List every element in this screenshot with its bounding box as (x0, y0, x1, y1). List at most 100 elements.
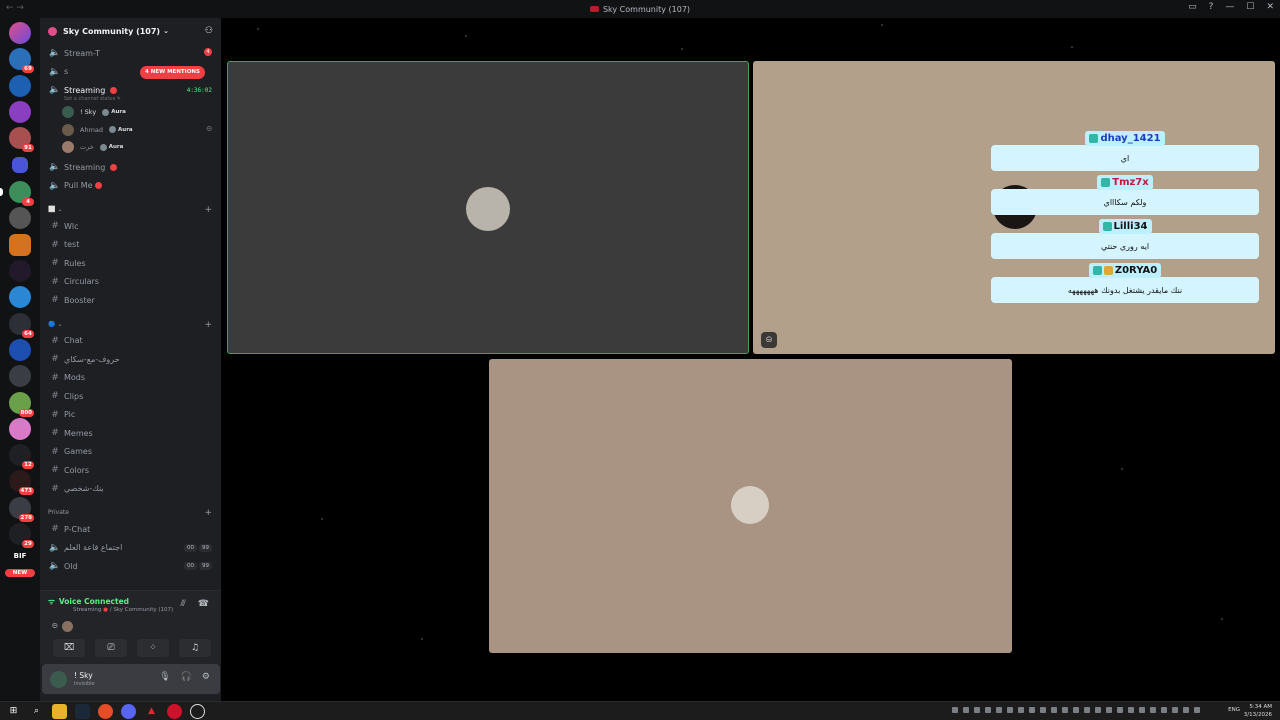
avatar (62, 123, 74, 136)
server-icon[interactable] (9, 207, 31, 230)
text-channel[interactable]: # Rules (40, 254, 221, 273)
text-channel[interactable]: # Pic (40, 406, 221, 425)
add-channel-icon[interactable]: + (204, 320, 212, 330)
channel-streaming[interactable]: 🔈 Streaming (40, 158, 221, 177)
text-channel[interactable]: # Games (40, 443, 221, 462)
server-icon[interactable] (9, 100, 31, 123)
text-channel[interactable]: # Memes (40, 424, 221, 443)
file-explorer-icon[interactable] (52, 704, 67, 719)
text-channel[interactable]: # Colors (40, 461, 221, 480)
app-logo-icon (589, 6, 599, 12)
add-channel-icon[interactable]: + (204, 508, 212, 518)
app-icon[interactable]: ▲ (144, 704, 159, 719)
add-channel-icon[interactable]: + (204, 205, 212, 215)
server-icon[interactable] (9, 365, 31, 388)
camera-button[interactable]: ⌧ (53, 639, 85, 657)
nav-arrows[interactable]: ← → (6, 3, 24, 13)
video-tile[interactable] (489, 359, 1012, 653)
server-icon[interactable] (9, 74, 31, 97)
server-icon[interactable]: 64 (9, 312, 34, 338)
soundboard-button[interactable]: ♫ (179, 639, 211, 657)
voice-channel[interactable]: 🔈 اجتماع قاعة العلم 00 99 (40, 539, 221, 558)
discord-icon[interactable] (121, 704, 136, 719)
headphones-icon[interactable]: 🎧 (181, 672, 192, 682)
text-channel[interactable]: # test (40, 236, 221, 255)
badge-icon (1092, 266, 1102, 275)
text-channel[interactable]: # Clips (40, 387, 221, 406)
disconnect-icon[interactable]: ☎ (198, 599, 209, 609)
server-icon[interactable] (9, 417, 31, 440)
server-icon[interactable] (9, 286, 31, 309)
noise-suppression-icon[interactable]: ⫻ (180, 599, 185, 609)
voice-channel[interactable]: 🔈 Old 00 99 (40, 557, 221, 576)
voice-connected-sub[interactable]: Streaming ● / Sky Community (107) (73, 607, 173, 613)
category-header-private[interactable]: Private + (40, 498, 221, 520)
server-icon[interactable]: 91 (9, 127, 34, 153)
category-header[interactable]: ⬜ ⌄ + (40, 195, 221, 217)
voice-user[interactable]: Ahmad Aura ⨸ (40, 121, 221, 139)
text-channel[interactable]: # Mods (40, 369, 221, 388)
steam-icon[interactable] (75, 704, 90, 719)
server-icon[interactable]: 69 (9, 48, 34, 74)
hash-icon: # (51, 258, 59, 269)
avatar[interactable] (50, 671, 67, 688)
category-header[interactable]: 🔵 ⌄ + (40, 310, 221, 332)
server-icon[interactable] (9, 22, 31, 44)
activity-button[interactable]: ⁘ (137, 639, 169, 657)
badge-icon (1089, 134, 1099, 143)
minimize-button[interactable]: — (1225, 2, 1234, 12)
maximize-button[interactable]: ☐ (1246, 2, 1254, 12)
server-icon[interactable]: 473 (9, 470, 34, 496)
text-channel[interactable]: # Booster (40, 291, 221, 310)
language-indicator[interactable]: ENG (1228, 707, 1240, 713)
server-icon[interactable]: 29 (9, 523, 34, 549)
server-icon[interactable]: 800 (9, 391, 34, 417)
text-channel[interactable]: # Wlc (40, 217, 221, 236)
clock[interactable]: 5:34 AM 3/13/2026 (1244, 703, 1272, 719)
live-indicator (110, 163, 118, 171)
voice-user[interactable]: ! Sky Aura (40, 104, 221, 122)
hash-icon: # (51, 409, 59, 420)
server-icon[interactable] (9, 338, 31, 361)
server-icon[interactable]: 12 (9, 444, 34, 470)
video-tile-speaking[interactable] (227, 61, 749, 354)
close-button[interactable]: ✕ (1266, 2, 1274, 12)
system-tray[interactable] (952, 707, 1200, 713)
text-channel[interactable]: # P-Chat (40, 520, 221, 539)
search-icon[interactable]: ⌕ (29, 704, 44, 719)
text-channel[interactable]: # حروف-مع-سكاي (40, 350, 221, 369)
server-icon[interactable] (9, 260, 31, 283)
server-icon[interactable]: 4 (0, 181, 34, 207)
microphone-icon[interactable]: 🎙 (159, 672, 170, 682)
text-channel[interactable]: # بنك-شخصي (40, 480, 221, 499)
app-icon[interactable] (167, 704, 182, 719)
inbox-icon[interactable]: ▭ (1188, 2, 1197, 12)
new-badge: NEW (5, 569, 35, 578)
server-icon[interactable]: 278 (9, 496, 34, 522)
help-icon[interactable]: ? (1209, 2, 1214, 12)
overlay-message: Lilli34 ايه روري حنتي (991, 219, 1259, 259)
server-icon[interactable]: BIF NEW (5, 549, 35, 578)
browser-icon[interactable] (98, 704, 113, 719)
server-icon[interactable] (12, 157, 28, 174)
invite-people-icon[interactable]: ⚇ (205, 26, 213, 36)
text-channel[interactable]: # Circulars (40, 273, 221, 292)
avatar (62, 106, 74, 119)
video-tile[interactable]: dhay_1421 اي Tmz7x ولكم سكاااي Lilli34 ا… (753, 61, 1275, 354)
muted-mic-icon: ⨸ (206, 125, 212, 134)
screen-share-button[interactable]: ⎚ (95, 639, 127, 657)
app-icon[interactable] (190, 704, 205, 719)
overlay-message: dhay_1421 اي (991, 131, 1259, 171)
server-icon[interactable] (9, 233, 31, 256)
windows-start-icon[interactable]: ⊞ (6, 704, 21, 719)
speaker-icon: 🔈 (49, 48, 61, 59)
channel-streaming-active[interactable]: 🔈 Streaming 4:36:02 (40, 81, 221, 100)
text-channel[interactable]: # Chat (40, 332, 221, 351)
channel-stream-t[interactable]: 🔈 Stream-T (40, 44, 221, 63)
channel-s[interactable]: 🔈 s (40, 63, 221, 82)
chevron-down-icon: ⌄ (163, 27, 169, 35)
guild-header[interactable]: Sky Community (107) ⌄ ⚇ (40, 18, 221, 44)
voice-user[interactable]: خرت Aura (40, 139, 221, 157)
channel-pull-me[interactable]: 🔈 Pull Me (40, 177, 221, 196)
gear-icon[interactable]: ⚙ (202, 672, 210, 682)
